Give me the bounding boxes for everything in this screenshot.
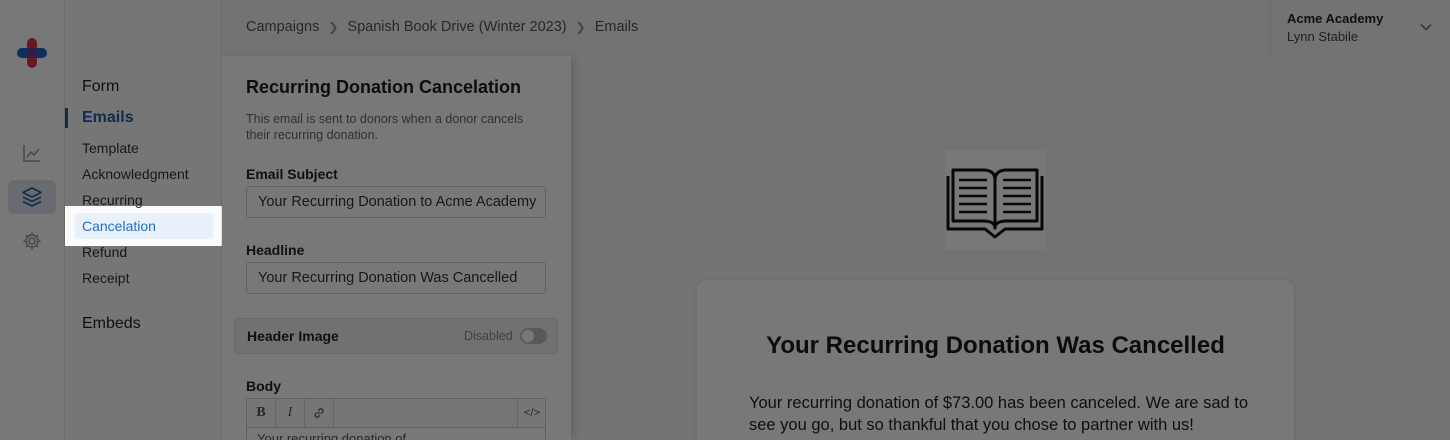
subnav-item-refund[interactable]: Refund [82,244,127,260]
subnav-item-cancelation[interactable]: Cancelation [82,218,156,234]
rich-text-toolbar: B I </> [246,398,546,428]
body-label: Body [246,378,281,394]
email-subject-label: Email Subject [246,166,338,182]
link-button[interactable] [305,399,334,427]
email-preview-card: Your Recurring Donation Was Cancelled Yo… [697,280,1294,440]
account-user-name: Lynn Stabile [1287,29,1359,44]
body-editor[interactable]: Your recurring donation of [246,427,546,440]
breadcrumb-campaigns[interactable]: Campaigns [246,19,319,35]
active-indicator [65,108,68,128]
settings-nav-button[interactable] [8,224,56,258]
campaign-subnav: Form Emails Template Acknowledgment Recu… [65,0,222,440]
open-book-icon [946,168,1044,239]
email-preview-headline: Your Recurring Donation Was Cancelled [766,332,1225,359]
subnav-item-form[interactable]: Form [82,78,119,96]
breadcrumb: Campaigns ❯ Spanish Book Drive (Winter 2… [246,19,638,35]
bold-button[interactable]: B [247,399,276,427]
link-icon [314,408,324,418]
code-view-button[interactable]: </> [517,399,546,427]
header-book-image [945,150,1045,250]
app-logo[interactable] [17,38,47,68]
breadcrumb-current: Emails [594,19,639,35]
breadcrumb-campaign[interactable]: Spanish Book Drive (Winter 2023) [347,19,566,35]
editor-title: Recurring Donation Cancelation [246,77,522,97]
icon-rail [0,0,65,440]
chevron-down-icon [1420,23,1432,31]
campaigns-nav-button[interactable] [8,180,56,214]
headline-label: Headline [246,242,305,258]
subnav-item-recurring[interactable]: Recurring [82,192,143,208]
chevron-right-icon: ❯ [328,20,339,34]
subnav-item-acknowledgment[interactable]: Acknowledgment [82,166,189,182]
analytics-nav-button[interactable] [8,136,56,170]
layers-icon [22,187,42,207]
headline-input[interactable]: Your Recurring Donation Was Cancelled [246,262,546,294]
subnav-item-receipt[interactable]: Receipt [82,270,129,286]
toggle-knob [522,330,534,342]
chevron-right-icon: ❯ [575,20,586,34]
subnav-item-emails[interactable]: Emails [82,109,134,127]
header-image-row: Header Image Disabled [234,318,558,354]
email-preview-body: Your recurring donation of $73.00 has be… [749,394,1249,434]
subnav-item-embeds[interactable]: Embeds [82,315,141,333]
italic-button[interactable]: I [276,399,305,427]
email-subject-input[interactable]: Your Recurring Donation to Acme Academy [246,186,546,218]
trending-chart-icon [23,145,40,162]
header-image-toggle[interactable] [520,328,547,344]
header-image-status: Disabled [464,329,513,343]
editor-description: This email is sent to donors when a dono… [246,112,524,142]
subnav-item-template[interactable]: Template [82,140,139,156]
header-image-label: Header Image [247,328,339,344]
account-org-name: Acme Academy [1287,11,1384,26]
gear-icon [23,232,41,250]
account-switcher[interactable]: Acme Academy Lynn Stabile [1270,0,1450,56]
email-editor-panel: Recurring Donation Cancelation This emai… [222,56,571,440]
